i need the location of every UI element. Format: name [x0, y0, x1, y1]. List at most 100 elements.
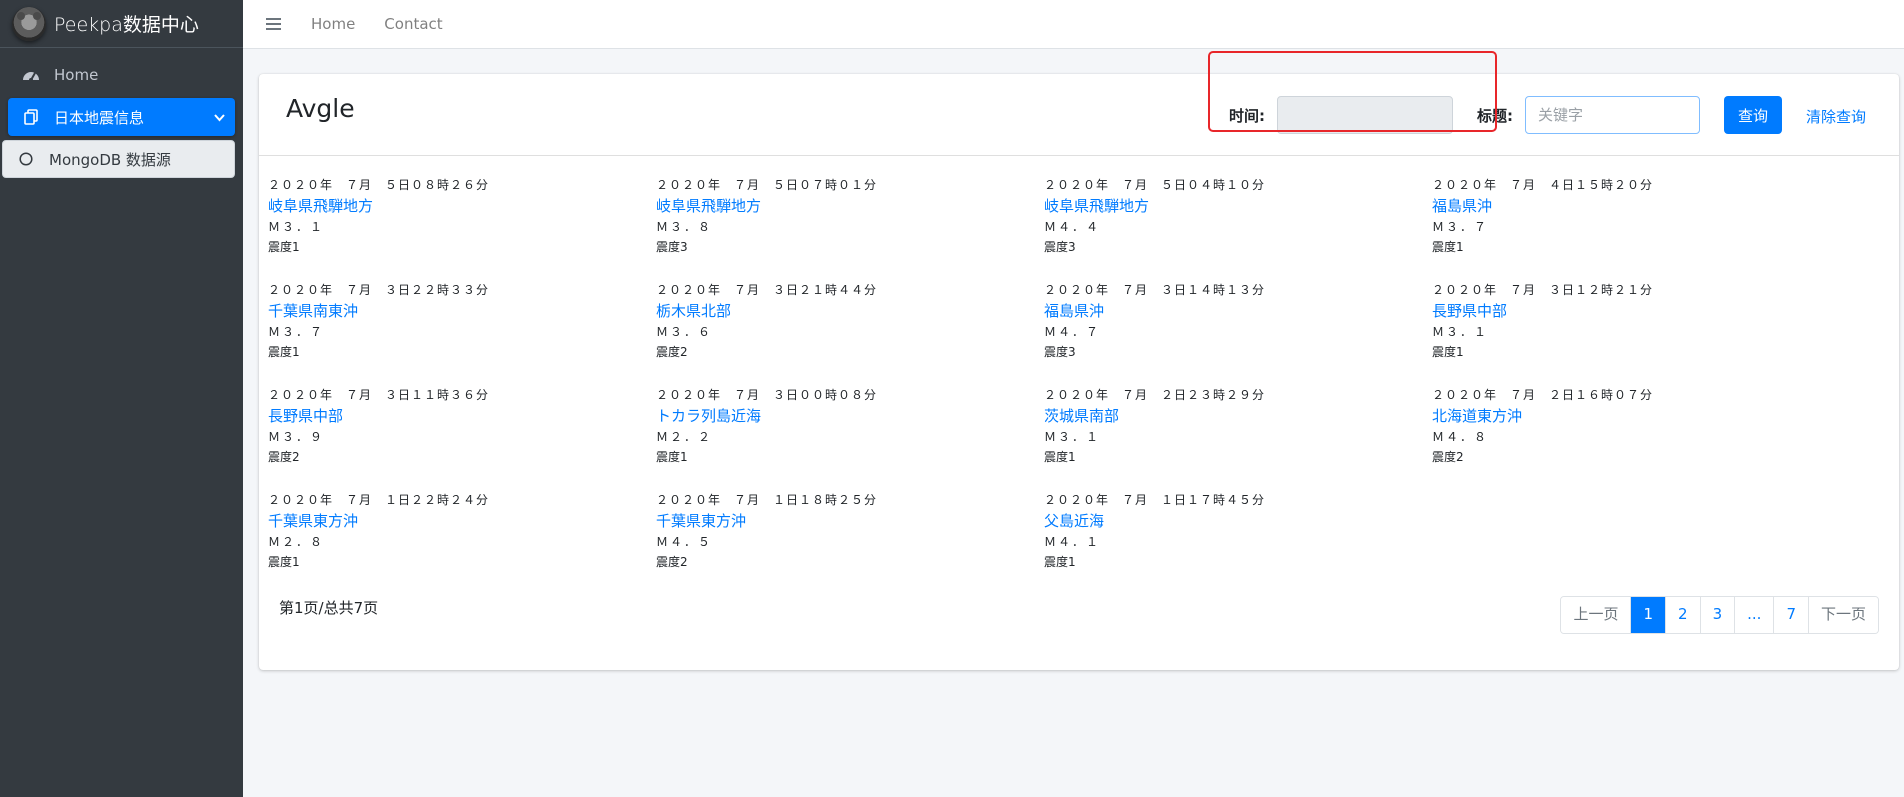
menu-toggle-icon[interactable]: [266, 18, 281, 30]
entry-magnitude: Ｍ４．１: [1044, 535, 1101, 549]
entry-magnitude: Ｍ３．７: [1432, 220, 1489, 234]
sidebar: Peekpa数据中心 Home 日本地震信息 MongoDB 数据源: [0, 0, 243, 797]
card-header: Avgle 时间: 标题: 查询 清除查询: [259, 74, 1899, 156]
sidebar-item-home[interactable]: Home: [8, 56, 235, 94]
clear-query-button[interactable]: 清除查询: [1806, 106, 1866, 127]
query-button[interactable]: 查询: [1724, 96, 1782, 134]
sidebar-item-label: 日本地震信息: [54, 108, 145, 127]
entry-magnitude: Ｍ４．７: [1044, 325, 1101, 339]
entry-place-link[interactable]: 千葉県東方沖: [656, 511, 1044, 532]
entry-place-link[interactable]: 栃木県北部: [656, 301, 1044, 322]
next-page-button[interactable]: 下一页: [1807, 597, 1878, 633]
entry-time: ２０２０年 ７月 １日１７時４５分: [1044, 493, 1266, 507]
sidebar-item-mongodb-source[interactable]: MongoDB 数据源: [2, 140, 235, 178]
list-item: ２０２０年 ７月 ５日０７時０１分岐阜県飛騨地方 Ｍ３．８ 震度3: [656, 175, 1044, 280]
entry-intensity: 震度1: [1044, 555, 1076, 569]
entry-intensity: 震度3: [1044, 345, 1076, 359]
entry-place-link[interactable]: 北海道東方沖: [1432, 406, 1820, 427]
entry-magnitude: Ｍ４．８: [1432, 430, 1489, 444]
entry-place-link[interactable]: 千葉県東方沖: [268, 511, 656, 532]
entry-intensity: 震度1: [268, 345, 300, 359]
time-input[interactable]: [1277, 96, 1453, 134]
entry-place-link[interactable]: 福島県沖: [1044, 301, 1432, 322]
page-2-button[interactable]: 2: [1665, 597, 1700, 633]
title-label: 标题:: [1477, 107, 1513, 125]
entry-place-link[interactable]: 岐阜県飛騨地方: [1044, 196, 1432, 217]
entry-time: ２０２０年 ７月 ２日２３時２９分: [1044, 388, 1266, 402]
list-item: ２０２０年 ７月 ４日１５時２０分福島県沖 Ｍ３．７ 震度1: [1432, 175, 1820, 280]
entry-time: ２０２０年 ７月 ３日２１時４４分: [656, 283, 878, 297]
nav-link-home[interactable]: Home: [311, 15, 355, 33]
sidebar-item-label: MongoDB 数据源: [49, 150, 171, 169]
list-item: ２０２０年 ７月 ５日０４時１０分 岐阜県飛騨地方 Ｍ４．４ 震度3: [1044, 175, 1432, 280]
entry-intensity: 震度2: [656, 345, 688, 359]
entry-time: ２０２０年 ７月 ３日００時０８分: [656, 388, 878, 402]
entry-time: ２０２０年 ７月 ３日１２時２１分: [1432, 283, 1654, 297]
entry-magnitude: Ｍ３．７: [268, 325, 325, 339]
page-1-button[interactable]: 1: [1630, 597, 1666, 633]
list-item: ２０２０年 ７月 １日１７時４５分父島近海 Ｍ４．１ 震度1: [1044, 490, 1432, 595]
entry-place-link[interactable]: 長野県中部: [1432, 301, 1820, 322]
entry-time: ２０２０年 ７月 ４日１５時２０分: [1432, 178, 1654, 192]
entry-magnitude: Ｍ４．４: [1044, 220, 1101, 234]
page-3-button[interactable]: 3: [1699, 597, 1735, 633]
list-item: ２０２０年 ７月 ２日１６時０７分北海道東方沖 Ｍ４．８ 震度2: [1432, 385, 1820, 490]
sidebar-item-label: Home: [54, 66, 99, 84]
entry-magnitude: Ｍ２．８: [268, 535, 325, 549]
entry-place-link[interactable]: 長野県中部: [268, 406, 656, 427]
list-item: ２０２０年 ７月 ５日０８時２６分 岐阜県飛騨地方 Ｍ３．１ 震度1: [268, 175, 656, 280]
entry-magnitude: Ｍ３．１: [268, 220, 325, 234]
page-7-button[interactable]: 7: [1773, 597, 1808, 633]
brand[interactable]: Peekpa数据中心: [0, 0, 243, 48]
entry-intensity: 震度1: [1044, 450, 1076, 464]
sidebar-item-japan-earthquake[interactable]: 日本地震信息: [8, 98, 235, 136]
entry-time: ２０２０年 ７月 １日１８時２５分: [656, 493, 878, 507]
page-title: Avgle: [286, 94, 355, 123]
brand-logo-icon: [12, 6, 46, 41]
sidebar-nav: Home 日本地震信息 MongoDB 数据源: [0, 48, 243, 178]
page-ellipsis: ...: [1734, 597, 1774, 633]
entry-magnitude: Ｍ２．２: [656, 430, 713, 444]
brand-title: Peekpa数据中心: [54, 14, 199, 36]
entry-intensity: 震度2: [268, 450, 300, 464]
entry-place-link[interactable]: 千葉県南東沖: [268, 301, 656, 322]
entry-place-link[interactable]: 岐阜県飛騨地方: [268, 196, 656, 217]
list-item: ２０２０年 ７月 ３日００時０８分 トカラ列島近海 Ｍ２．２ 震度1: [656, 385, 1044, 490]
entry-intensity: 震度1: [1432, 345, 1464, 359]
entry-place-link[interactable]: 岐阜県飛騨地方: [656, 196, 1044, 217]
entry-place-link[interactable]: トカラ列島近海: [656, 406, 1044, 427]
entry-place-link[interactable]: 茨城県南部: [1044, 406, 1432, 427]
entry-time: ２０２０年 ７月 ５日０７時０１分: [656, 178, 878, 192]
list-item: ２０２０年 ７月 ３日１２時２１分長野県中部 Ｍ３．１ 震度1: [1432, 280, 1820, 385]
earthquake-list: ２０２０年 ７月 ５日０８時２６分 岐阜県飛騨地方 Ｍ３．１ 震度1 ２０２０年 ７月 …: [268, 175, 1828, 595]
list-item: ２０２０年 ７月 １日２２時２４分千葉県東方沖 Ｍ２．８ 震度1: [268, 490, 656, 595]
entry-intensity: 震度1: [1432, 240, 1464, 254]
circle-icon: [15, 152, 37, 166]
entry-time: ２０２０年 ７月 １日２２時２４分: [268, 493, 490, 507]
entry-time: ２０２０年 ７月 ３日１１時３６分: [268, 388, 490, 402]
entry-magnitude: Ｍ４．５: [656, 535, 713, 549]
content-card: Avgle 时间: 标题: 查询 清除查询 ２０２０年 ７月 ５日０８時２６分岐…: [259, 74, 1899, 670]
entry-magnitude: Ｍ３．９: [268, 430, 325, 444]
entry-time: ２０２０年 ７月 ５日０８時２６分: [268, 178, 490, 192]
entry-place-link[interactable]: 父島近海: [1044, 511, 1432, 532]
entry-magnitude: Ｍ３．８: [656, 220, 713, 234]
chevron-down-icon: [214, 108, 225, 126]
entry-place-link[interactable]: 福島県沖: [1432, 196, 1820, 217]
entry-time: ２０２０年 ７月 ３日２２時３３分: [268, 283, 490, 297]
keyword-input[interactable]: [1525, 96, 1700, 134]
list-item: ２０２０年 ７月 ３日１４時１３分 福島県沖 Ｍ４．７ 震度3: [1044, 280, 1432, 385]
entry-intensity: 震度2: [1432, 450, 1464, 464]
list-item: ２０２０年 ７月 ２日２３時２９分 茨城県南部 Ｍ３．１ 震度1: [1044, 385, 1432, 490]
entry-magnitude: Ｍ３．６: [656, 325, 713, 339]
top-navbar: Home Contact: [243, 0, 1904, 49]
entry-magnitude: Ｍ３．１: [1432, 325, 1489, 339]
entry-intensity: 震度3: [656, 240, 688, 254]
copy-icon: [20, 109, 42, 125]
list-item: ２０２０年 ７月 ３日２２時３３分千葉県南東沖 Ｍ３．７ 震度1: [268, 280, 656, 385]
entry-intensity: 震度1: [268, 555, 300, 569]
nav-link-contact[interactable]: Contact: [384, 15, 442, 33]
prev-page-button[interactable]: 上一页: [1561, 597, 1631, 633]
entry-time: ２０２０年 ７月 ２日１６時０７分: [1432, 388, 1654, 402]
list-item: ２０２０年 ７月 ３日２１時４４分栃木県北部 Ｍ３．６ 震度2: [656, 280, 1044, 385]
